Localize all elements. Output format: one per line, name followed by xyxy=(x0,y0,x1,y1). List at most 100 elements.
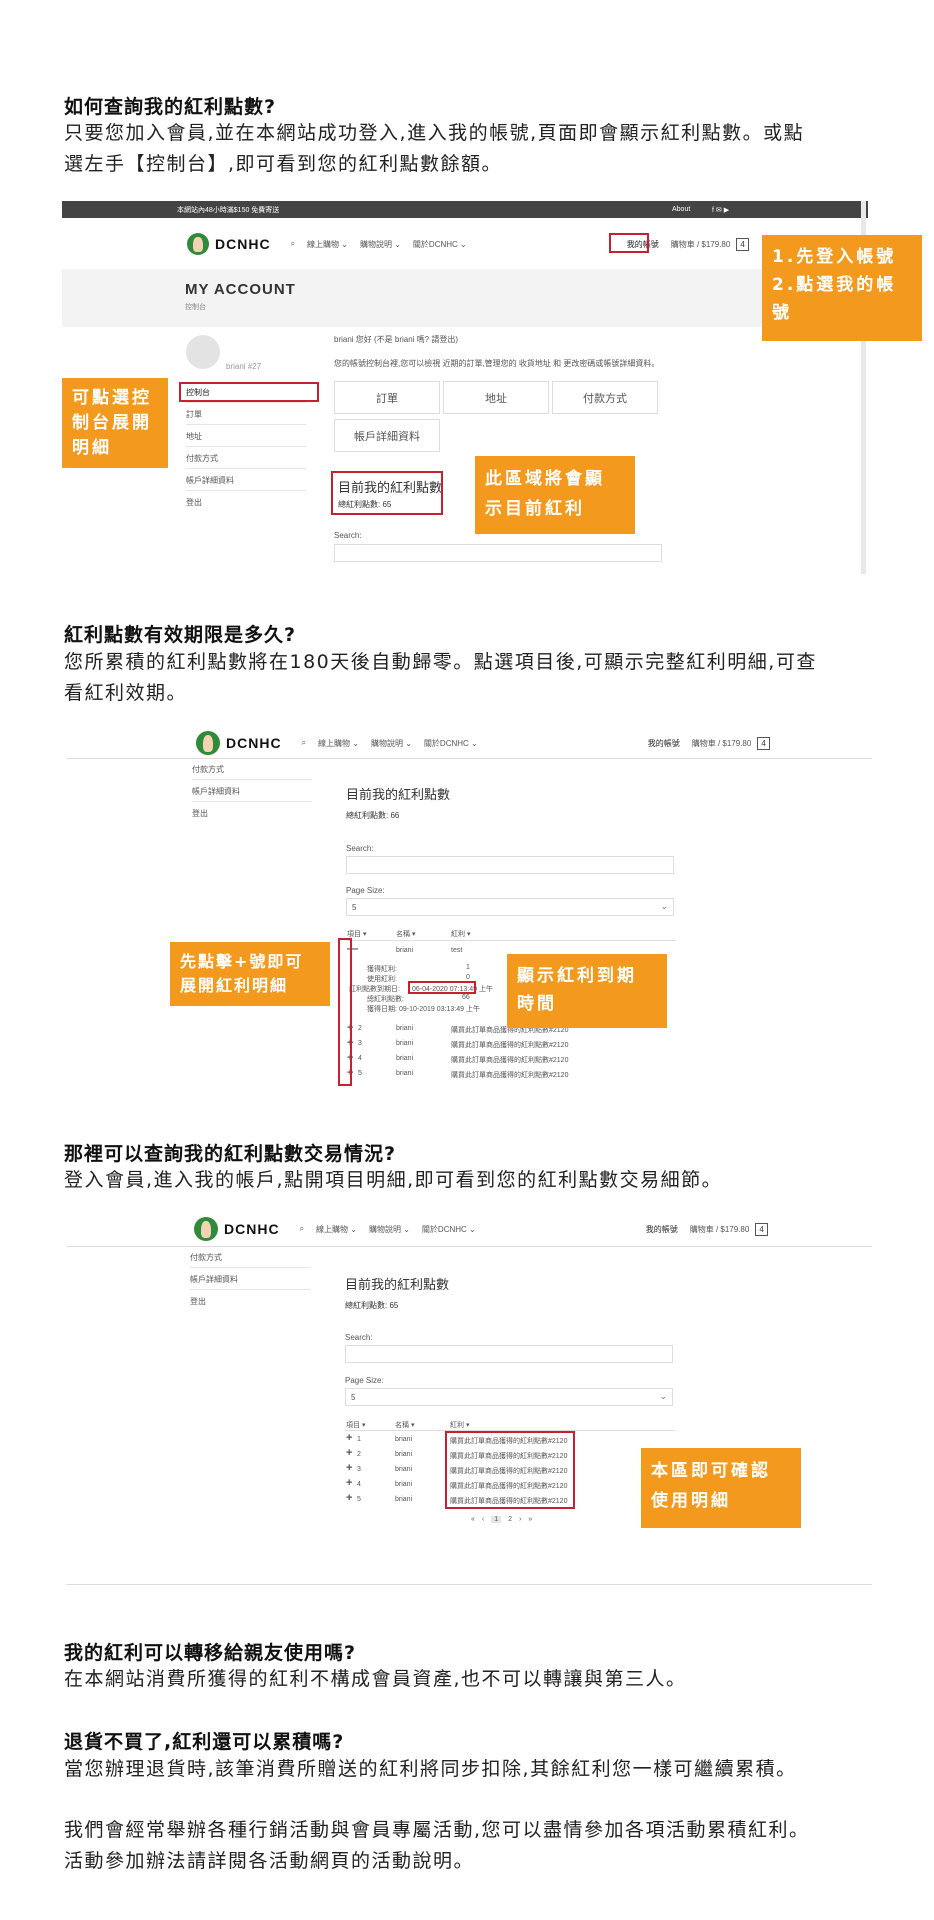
cart-count[interactable]: 4 xyxy=(736,237,749,251)
address-button[interactable]: 地址 xyxy=(443,381,549,414)
pagination-last[interactable]: » xyxy=(528,1516,532,1523)
site-logo[interactable]: DCNHC xyxy=(196,731,282,755)
expand-icon[interactable]: + xyxy=(346,1492,352,1504)
search-input[interactable] xyxy=(345,1345,673,1363)
account-details-button[interactable]: 帳戶詳細資料 xyxy=(334,419,440,452)
answer-line: 活動參加辦法請詳閱各活動網頁的活動說明。 xyxy=(64,1850,475,1872)
search-icon[interactable]: ⌕ xyxy=(291,239,295,249)
row-name: briani xyxy=(395,1496,413,1503)
chevron-down-icon: ⌄ xyxy=(659,1391,667,1401)
points-heading: 目前我的紅利點數 xyxy=(345,1277,450,1292)
points-heading: 目前我的紅利點數 xyxy=(346,787,451,802)
pagination-page-1[interactable]: 1 xyxy=(491,1516,502,1523)
row-number: 3 xyxy=(358,1040,362,1047)
faq-question-3: 那裡可以查詢我的紅利點數交易情況? xyxy=(64,1143,397,1165)
column-header-points[interactable]: 紅利 ▾ xyxy=(451,929,470,939)
detail-value: 09-10-2019 03:13:49 上午 xyxy=(399,1006,480,1013)
search-input[interactable] xyxy=(346,856,674,874)
pagination-next[interactable]: › xyxy=(519,1516,521,1523)
pagination-first[interactable]: « xyxy=(471,1516,475,1523)
page-size-select[interactable]: 5 ⌄ xyxy=(346,898,674,916)
callout-sidebar: 可點選控 制台展開 明細 xyxy=(62,378,168,468)
column-header-points[interactable]: 紅利 ▾ xyxy=(450,1420,469,1430)
cart-link[interactable]: 購物車 / $179.80 xyxy=(692,738,752,749)
cart-link[interactable]: 購物車 / $179.80 xyxy=(671,239,731,250)
search-icon[interactable]: ⌕ xyxy=(300,1224,304,1234)
callout-line: 本區即可確認 xyxy=(651,1461,771,1481)
sidebar-item-logout[interactable]: 登出 xyxy=(192,808,208,819)
nav-shop[interactable]: 線上購物 ⌄ xyxy=(318,738,359,749)
expand-icon[interactable]: + xyxy=(346,1432,352,1444)
sidebar-item-address[interactable]: 地址 xyxy=(186,431,306,447)
logo-icon xyxy=(194,1217,218,1241)
nav-about[interactable]: 關於DCNHC ⌄ xyxy=(424,738,478,749)
cart-count[interactable]: 4 xyxy=(755,1222,768,1236)
orders-button[interactable]: 訂單 xyxy=(334,381,440,414)
sidebar-item-logout[interactable]: 登出 xyxy=(190,1296,206,1307)
answer-line: 在本網站消費所獲得的紅利不構成會員資產,也不可以轉讓與第三人。 xyxy=(64,1668,687,1690)
site-logo[interactable]: DCNHC xyxy=(194,1217,280,1241)
faq-question-1: 如何查詢我的紅利點數? xyxy=(64,96,277,118)
detail-label: 總紅利點數: xyxy=(367,996,404,1003)
logo-text: DCNHC xyxy=(215,236,271,252)
nav-guide[interactable]: 購物說明 ⌄ xyxy=(369,1224,410,1235)
nav-shop[interactable]: 線上購物 ⌄ xyxy=(316,1224,357,1235)
sidebar-item-logout[interactable]: 登出 xyxy=(186,497,202,508)
page-size-label: Page Size: xyxy=(345,1376,384,1385)
faq-answer-5: 當您辦理退貨時,該筆消費所贈送的紅利將同步扣除,其餘紅利您一樣可繼續累積。 xyxy=(64,1754,884,1785)
row-name: briani xyxy=(396,1025,414,1032)
sidebar-item-orders[interactable]: 訂單 xyxy=(186,409,306,425)
row-name: briani xyxy=(396,1070,414,1077)
highlight-my-account xyxy=(609,233,649,253)
sidebar-item-account-details[interactable]: 帳戶詳細資料 xyxy=(186,475,306,491)
nav-about[interactable]: 關於DCNHC ⌄ xyxy=(422,1224,476,1235)
cart-link[interactable]: 購物車 / $179.80 xyxy=(690,1224,750,1235)
payment-button[interactable]: 付款方式 xyxy=(552,381,658,414)
row-number: 1 xyxy=(357,1436,361,1443)
social-icons[interactable]: f ✉ ▶ xyxy=(712,206,729,214)
nav-guide[interactable]: 購物說明 ⌄ xyxy=(371,738,412,749)
search-label: Search: xyxy=(346,844,374,853)
page-size-select[interactable]: 5 ⌄ xyxy=(345,1388,673,1406)
column-header-name[interactable]: 名稱 ▾ xyxy=(396,929,415,939)
answer-line: 我們會經常舉辦各種行銷活動與會員專屬活動,您可以盡情參加各項活動累積紅利。 xyxy=(64,1819,810,1841)
callout-line: 使用明細 xyxy=(651,1491,731,1511)
search-icon[interactable]: ⌕ xyxy=(302,738,306,748)
nav-shop[interactable]: 線上購物 ⌄ xyxy=(307,239,348,250)
faq-answer-1: 只要您加入會員,並在本網站成功登入,進入我的帳號,頁面即會顯示紅利點數。或點 選… xyxy=(64,118,884,180)
detail-value: 1 xyxy=(466,964,470,971)
detail-value: 0 xyxy=(466,974,470,981)
my-account-link[interactable]: 我的帳號 xyxy=(648,738,680,749)
expand-icon[interactable]: + xyxy=(346,1477,352,1489)
sidebar-item-account-details[interactable]: 帳戶詳細資料 xyxy=(192,786,312,802)
sidebar-item-payment[interactable]: 付款方式 xyxy=(186,453,306,469)
sidebar-item-account-details[interactable]: 帳戶詳細資料 xyxy=(190,1274,310,1290)
row-name: briani xyxy=(395,1466,413,1473)
column-header-item[interactable]: 項目 ▾ xyxy=(346,1420,365,1430)
expand-icon[interactable]: + xyxy=(346,1462,352,1474)
callout-line: 2.點選我的帳號 xyxy=(772,275,897,323)
my-account-link[interactable]: 我的帳號 xyxy=(646,1224,678,1235)
pagination-page-2[interactable]: 2 xyxy=(508,1516,512,1523)
search-input[interactable] xyxy=(334,544,662,562)
row-name: briani xyxy=(395,1481,413,1488)
faq-answer-4: 在本網站消費所獲得的紅利不構成會員資產,也不可以轉讓與第三人。 xyxy=(64,1664,884,1695)
expand-icon[interactable]: + xyxy=(346,1447,352,1459)
callout-expiry: 顯示紅利到期 時間 xyxy=(507,954,667,1028)
row-name: briani xyxy=(395,1436,413,1443)
sidebar-item-payment[interactable]: 付款方式 xyxy=(190,1252,310,1268)
pagination-prev[interactable]: ‹ xyxy=(482,1516,484,1523)
callout-plus: 先點擊+號即可 展開紅利明細 xyxy=(170,942,330,1006)
callout-detail: 本區即可確認 使用明細 xyxy=(641,1448,801,1528)
nav-about[interactable]: 關於DCNHC ⌄ xyxy=(413,239,467,250)
logo-icon xyxy=(187,233,209,255)
site-logo[interactable]: DCNHC xyxy=(187,233,271,255)
points-total: 總紅利點數: 66 xyxy=(346,811,400,820)
callout-line: 展開紅利明細 xyxy=(180,976,289,995)
callout-line: 制台展開 xyxy=(72,413,152,433)
nav-guide[interactable]: 購物說明 ⌄ xyxy=(360,239,401,250)
topbar-about[interactable]: About xyxy=(672,206,690,213)
sidebar-item-payment[interactable]: 付款方式 xyxy=(192,764,312,780)
column-header-name[interactable]: 名稱 ▾ xyxy=(395,1420,414,1430)
cart-count[interactable]: 4 xyxy=(757,736,770,750)
